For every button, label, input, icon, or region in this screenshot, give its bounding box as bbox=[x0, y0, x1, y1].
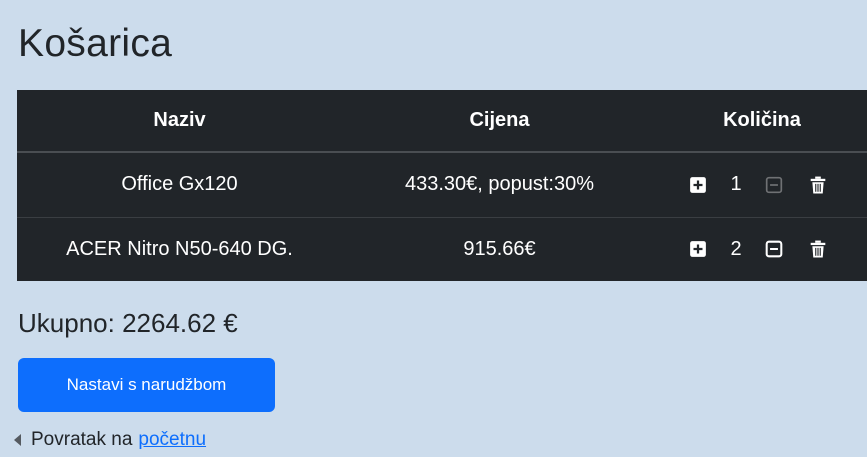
plus-square-icon[interactable] bbox=[687, 174, 709, 196]
page-title: Košarica bbox=[18, 22, 173, 65]
product-name: ACER Nitro N50-640 DG. bbox=[66, 237, 293, 260]
quantity-cell: 1 bbox=[657, 152, 867, 218]
cart-total: Ukupno: 2264.62 € bbox=[18, 308, 238, 338]
continue-order-button[interactable]: Nastavi s narudžbom bbox=[18, 358, 275, 412]
header-name: Naziv bbox=[17, 90, 342, 153]
table-header-row: Naziv Cijena Količina bbox=[17, 90, 867, 153]
product-name: Office Gx120 bbox=[17, 152, 342, 218]
quantity-cell: 2 bbox=[657, 217, 867, 281]
trash-icon[interactable] bbox=[807, 174, 829, 196]
caret-left-icon bbox=[14, 434, 21, 446]
minus-square-icon[interactable] bbox=[763, 238, 785, 260]
table-row: Office Gx120 433.30€, popust:30% 1 bbox=[17, 152, 867, 218]
home-link[interactable]: početnu bbox=[138, 429, 206, 451]
header-price: Cijena bbox=[342, 90, 657, 153]
product-price: 433.30€, popust:30% bbox=[342, 152, 657, 218]
back-text: Povratak na bbox=[31, 429, 133, 450]
header-quantity: Količina bbox=[657, 90, 867, 153]
table-row: ACER Nitro N50-640 DG. 915.66€ 2 bbox=[17, 217, 867, 281]
trash-icon[interactable] bbox=[807, 238, 829, 260]
plus-square-icon[interactable] bbox=[687, 238, 709, 260]
product-price: 915.66€ bbox=[463, 237, 536, 260]
minus-square-icon[interactable] bbox=[763, 174, 785, 196]
cart-table: Naziv Cijena Količina Office Gx120 433.3… bbox=[17, 90, 867, 281]
quantity-value: 1 bbox=[730, 173, 742, 196]
back-navigation: Povratak na početnu bbox=[14, 429, 206, 451]
quantity-value: 2 bbox=[730, 237, 742, 260]
